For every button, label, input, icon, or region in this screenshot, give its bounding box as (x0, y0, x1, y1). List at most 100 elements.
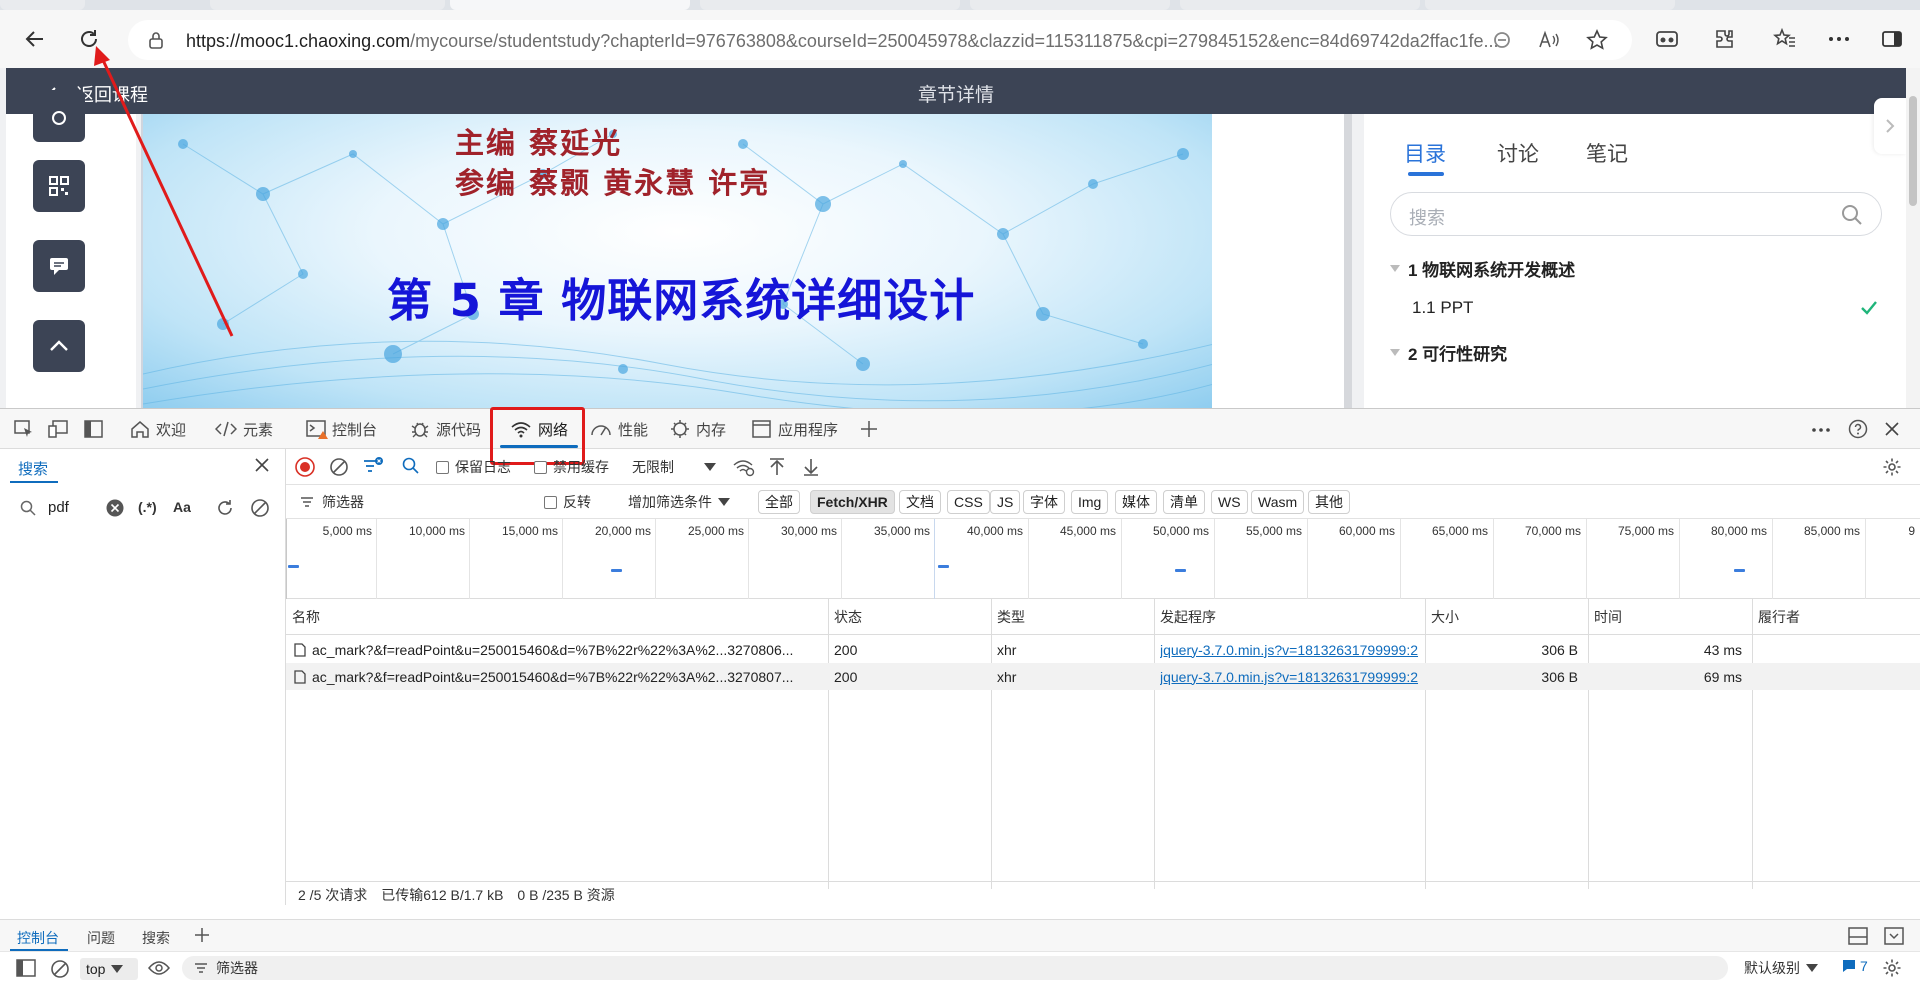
regex-toggle[interactable]: (.*) (138, 499, 157, 515)
reload-icon[interactable] (72, 22, 106, 56)
device-emulation-icon[interactable] (48, 420, 68, 438)
filter-chip-css[interactable]: CSS (947, 490, 990, 514)
execution-context-select[interactable]: top (80, 958, 138, 980)
toc-section-2[interactable]: 2 可行性研究 (1390, 340, 1507, 365)
browser-tab[interactable] (1425, 0, 1675, 10)
export-har-icon[interactable] (802, 457, 820, 477)
more-tools-icon[interactable] (1812, 428, 1830, 432)
more-menu-icon[interactable] (1822, 22, 1856, 56)
close-drawer-icon[interactable] (1884, 927, 1904, 945)
initiator-link[interactable]: jquery-3.7.0.min.js?v=18132631799999:2 (1160, 663, 1423, 690)
tab-performance[interactable]: 性能 (590, 409, 648, 449)
search-icon[interactable] (402, 457, 420, 475)
lock-icon[interactable] (148, 31, 164, 49)
tab-memory[interactable]: 内存 (670, 409, 726, 449)
column-header-time[interactable]: 时间 (1588, 599, 1752, 635)
filter-chip-manifest[interactable]: 清单 (1163, 490, 1205, 514)
help-icon[interactable] (1848, 419, 1868, 439)
request-name-cell[interactable]: ac_mark?&f=readPoint&u=250015460&d=%7B%2… (294, 636, 824, 663)
clear-log-icon[interactable] (329, 457, 349, 477)
url-text[interactable]: https://mooc1.chaoxing.com/mycourse/stud… (186, 31, 1596, 52)
favorite-star-icon[interactable] (1586, 29, 1608, 51)
sidebar-toggle-icon[interactable] (1875, 22, 1909, 56)
close-search-icon[interactable] (254, 457, 270, 473)
column-header-status[interactable]: 状态 (828, 599, 991, 635)
match-case-toggle[interactable]: Aa (173, 499, 191, 515)
scrollbar-thumb[interactable] (1909, 96, 1917, 206)
catalog-search-input[interactable]: 搜索 (1390, 192, 1882, 236)
browser-tab[interactable] (970, 0, 1170, 10)
import-har-icon[interactable] (768, 457, 786, 477)
browser-tab[interactable] (1180, 0, 1420, 10)
tab-catalog[interactable]: 目录 (1404, 138, 1446, 168)
checkbox-box[interactable] (436, 460, 449, 474)
toc-item-1-1[interactable]: 1.1 PPT (1412, 298, 1882, 318)
search-query-value[interactable]: pdf (48, 499, 69, 516)
column-header-type[interactable]: 类型 (991, 599, 1154, 635)
filter-chip-js[interactable]: JS (990, 490, 1021, 514)
search-icon[interactable] (1841, 204, 1863, 226)
filter-chip-doc[interactable]: 文档 (899, 490, 941, 514)
filter-chip-ws[interactable]: WS (1211, 490, 1248, 514)
filter-chip-all[interactable]: 全部 (758, 490, 800, 514)
network-conditions-icon[interactable] (732, 457, 756, 477)
browser-tab[interactable] (700, 0, 960, 10)
favorites-list-icon[interactable] (1768, 22, 1802, 56)
filter-chip-media[interactable]: 媒体 (1115, 490, 1157, 514)
tab-discussion[interactable]: 讨论 (1497, 138, 1539, 168)
tab-welcome[interactable]: 欢迎 (130, 409, 186, 449)
filter-chip-wasm[interactable]: Wasm (1251, 490, 1305, 514)
checkbox-box[interactable] (534, 460, 547, 474)
qrcode-button[interactable] (33, 160, 85, 212)
page-scrollbar[interactable] (1906, 68, 1920, 408)
comment-button[interactable] (33, 240, 85, 292)
translate-icon[interactable] (1492, 30, 1512, 50)
back-arrow-icon[interactable] (18, 22, 52, 56)
drawer-tab-issues[interactable]: 问题 (87, 928, 115, 948)
browser-tab[interactable] (0, 0, 85, 10)
scroll-top-button[interactable] (33, 320, 85, 372)
console-sidebar-icon[interactable] (16, 959, 36, 977)
refresh-search-icon[interactable] (215, 498, 235, 518)
network-settings-gear-icon[interactable] (1882, 457, 1902, 477)
live-expression-eye-icon[interactable] (148, 960, 170, 976)
dock-drawer-icon[interactable] (84, 420, 104, 438)
column-header-size[interactable]: 大小 (1425, 599, 1588, 635)
console-settings-gear-icon[interactable] (1882, 958, 1902, 978)
drawer-tab-console[interactable]: 控制台 (17, 928, 59, 948)
network-filter-input[interactable]: 筛选器 (292, 489, 524, 515)
toc-section-1[interactable]: 1 物联网系统开发概述 (1390, 256, 1575, 281)
more-filters-dropdown[interactable]: 增加筛选条件 (628, 485, 730, 519)
clear-console-icon[interactable] (50, 959, 70, 979)
inspect-element-icon[interactable] (14, 420, 34, 438)
network-overview-timeline[interactable]: 5,000 ms 10,000 ms 15,000 ms 20,000 ms 2… (286, 519, 1920, 599)
column-header-initiator[interactable]: 发起程序 (1154, 599, 1425, 635)
invert-checkbox[interactable]: 反转 (544, 485, 591, 519)
column-header-name[interactable]: 名称 (286, 599, 828, 635)
search-pane-tab[interactable]: 搜索 (18, 458, 48, 479)
filter-toggle-icon[interactable] (362, 455, 384, 477)
read-aloud-icon[interactable] (1538, 30, 1560, 50)
filter-chip-font[interactable]: 字体 (1023, 490, 1065, 514)
clear-search-icon[interactable] (106, 499, 124, 517)
clear-results-icon[interactable] (250, 498, 270, 518)
add-tab-plus-icon[interactable] (860, 420, 878, 438)
close-devtools-icon[interactable] (1884, 421, 1900, 437)
record-stop-icon[interactable] (295, 457, 315, 477)
address-bar[interactable]: https://mooc1.chaoxing.com/mycourse/stud… (128, 20, 1632, 60)
issues-counter[interactable]: 7 (1842, 958, 1868, 974)
tab-sources[interactable]: 源代码 (410, 409, 481, 449)
panel-collapse-button[interactable] (1874, 98, 1906, 154)
preserve-log-checkbox[interactable]: 保留日志 (436, 449, 511, 485)
console-filter-input[interactable]: 筛选器 (182, 956, 1728, 980)
tab-notes[interactable]: 笔记 (1586, 138, 1628, 168)
dock-drawer-icon[interactable] (1848, 927, 1868, 945)
add-drawer-tab-plus-icon[interactable] (194, 927, 210, 943)
extensions-icon[interactable] (1707, 22, 1741, 56)
browser-tab[interactable] (210, 0, 445, 10)
table-row[interactable]: ac_mark?&f=readPoint&u=250015460&d=%7B%2… (286, 663, 1920, 690)
request-name-cell[interactable]: ac_mark?&f=readPoint&u=250015460&d=%7B%2… (294, 663, 824, 690)
column-header-fulfilled-by[interactable]: 履行者 (1752, 599, 1920, 635)
tab-application[interactable]: 应用程序 (752, 409, 838, 449)
table-row[interactable]: ac_mark?&f=readPoint&u=250015460&d=%7B%2… (286, 636, 1920, 663)
